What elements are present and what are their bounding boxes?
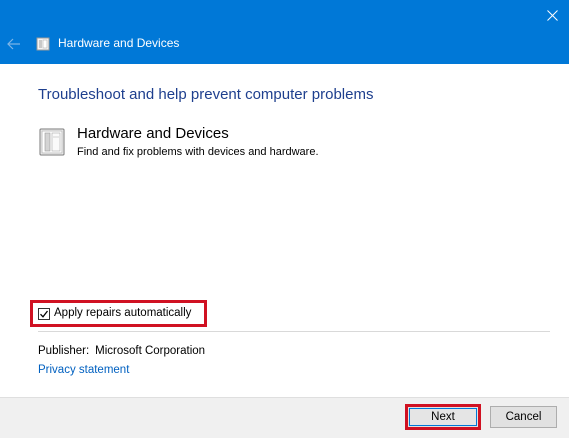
divider — [38, 331, 550, 332]
footer-bar — [0, 397, 569, 438]
privacy-statement-link[interactable]: Privacy statement — [38, 364, 129, 376]
hardware-devices-icon — [36, 37, 50, 51]
title-bar: Hardware and Devices — [0, 0, 569, 64]
publisher-label: Publisher: — [38, 345, 90, 357]
checkmark-icon — [40, 310, 48, 318]
close-button[interactable] — [535, 0, 569, 30]
apply-repairs-option[interactable]: Apply repairs automatically — [30, 300, 207, 327]
publisher-info: Publisher: Microsoft Corporation — [38, 345, 205, 357]
apply-repairs-checkbox[interactable] — [38, 308, 50, 320]
close-icon — [546, 9, 558, 21]
cancel-button[interactable]: Cancel — [490, 406, 557, 428]
hardware-devices-icon — [39, 128, 65, 156]
back-button[interactable] — [4, 33, 24, 55]
back-arrow-icon — [7, 38, 20, 50]
page-heading: Troubleshoot and help prevent computer p… — [38, 86, 374, 103]
window-title: Hardware and Devices — [58, 36, 180, 50]
next-button[interactable]: Next — [409, 408, 477, 426]
next-button-highlight: Next — [405, 404, 481, 430]
troubleshooter-description: Find and fix problems with devices and h… — [77, 146, 319, 158]
apply-repairs-label[interactable]: Apply repairs automatically — [54, 307, 191, 319]
troubleshooter-title: Hardware and Devices — [77, 125, 229, 142]
publisher-value: Microsoft Corporation — [95, 345, 206, 357]
